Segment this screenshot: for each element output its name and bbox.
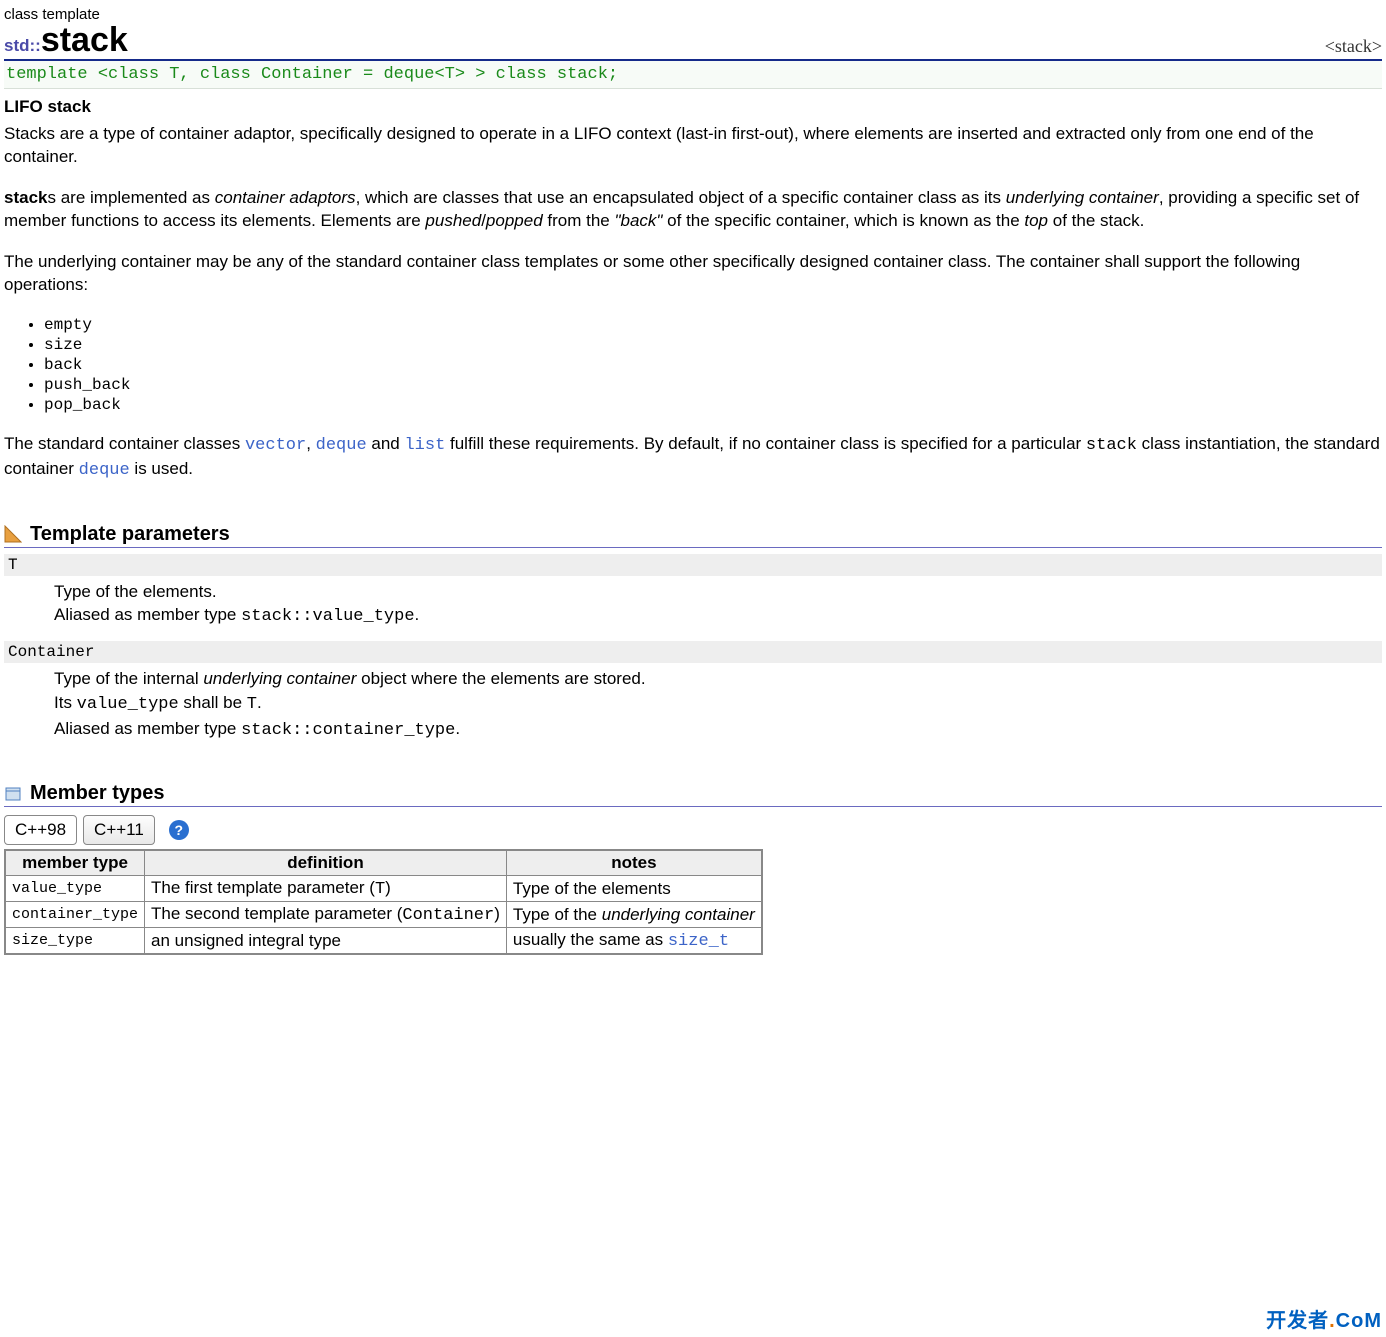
title-row: std::stack <stack> [4, 23, 1382, 61]
title-block: std::stack [4, 23, 128, 57]
col-member-type: member type [5, 850, 145, 876]
col-notes: notes [506, 850, 761, 876]
template-declaration: template <class T, class Container = deq… [4, 61, 1382, 89]
op-item: back [44, 355, 1382, 375]
intro-subtitle: LIFO stack [4, 97, 1382, 117]
param-name: Container [4, 641, 1382, 663]
op-item: size [44, 335, 1382, 355]
section-template-parameters: Template parameters [4, 523, 1382, 548]
table-row: value_type The first template parameter … [5, 876, 762, 902]
op-item: empty [44, 315, 1382, 335]
header-include: <stack> [1325, 36, 1382, 57]
member-types-table: member type definition notes value_type … [4, 849, 763, 955]
op-item: push_back [44, 375, 1382, 395]
section-title: Member types [30, 782, 165, 805]
param-name: T [4, 554, 1382, 576]
help-icon[interactable]: ? [169, 820, 189, 840]
section-title: Template parameters [30, 523, 230, 546]
operations-list: empty size back push_back pop_back [44, 315, 1382, 415]
tab-cpp11[interactable]: C++11 [83, 815, 155, 845]
type-label: class template [4, 6, 1382, 23]
col-definition: definition [145, 850, 507, 876]
param-desc: Type of the elements. Aliased as member … [54, 580, 1382, 630]
link-list[interactable]: list [404, 436, 445, 455]
tab-cpp98[interactable]: C++98 [4, 815, 77, 845]
watermark: 开发者.CoM [1266, 1304, 1382, 1333]
triangle-icon [4, 525, 22, 543]
template-params-list: T Type of the elements. Aliased as membe… [4, 554, 1382, 743]
op-item: pop_back [44, 395, 1382, 415]
table-row: container_type The second template param… [5, 902, 762, 928]
page-title: stack [41, 21, 128, 59]
intro-para1: Stacks are a type of container adaptor, … [4, 123, 1382, 169]
intro-para4: The standard container classes vector, d… [4, 433, 1382, 483]
link-deque[interactable]: deque [316, 436, 367, 455]
link-vector[interactable]: vector [245, 436, 306, 455]
table-row: size_type an unsigned integral type usua… [5, 928, 762, 955]
param-desc: Type of the internal underlying containe… [54, 667, 1382, 742]
intro-para2: stacks are implemented as container adap… [4, 187, 1382, 233]
namespace: std:: [4, 36, 41, 55]
section-member-types: Member types [4, 782, 1382, 807]
tabs-row: C++98 C++11 ? [4, 815, 1382, 845]
link-deque-2[interactable]: deque [79, 461, 130, 480]
intro-para3: The underlying container may be any of t… [4, 251, 1382, 297]
box-icon [4, 785, 22, 803]
link-size-t[interactable]: size_t [668, 932, 729, 951]
